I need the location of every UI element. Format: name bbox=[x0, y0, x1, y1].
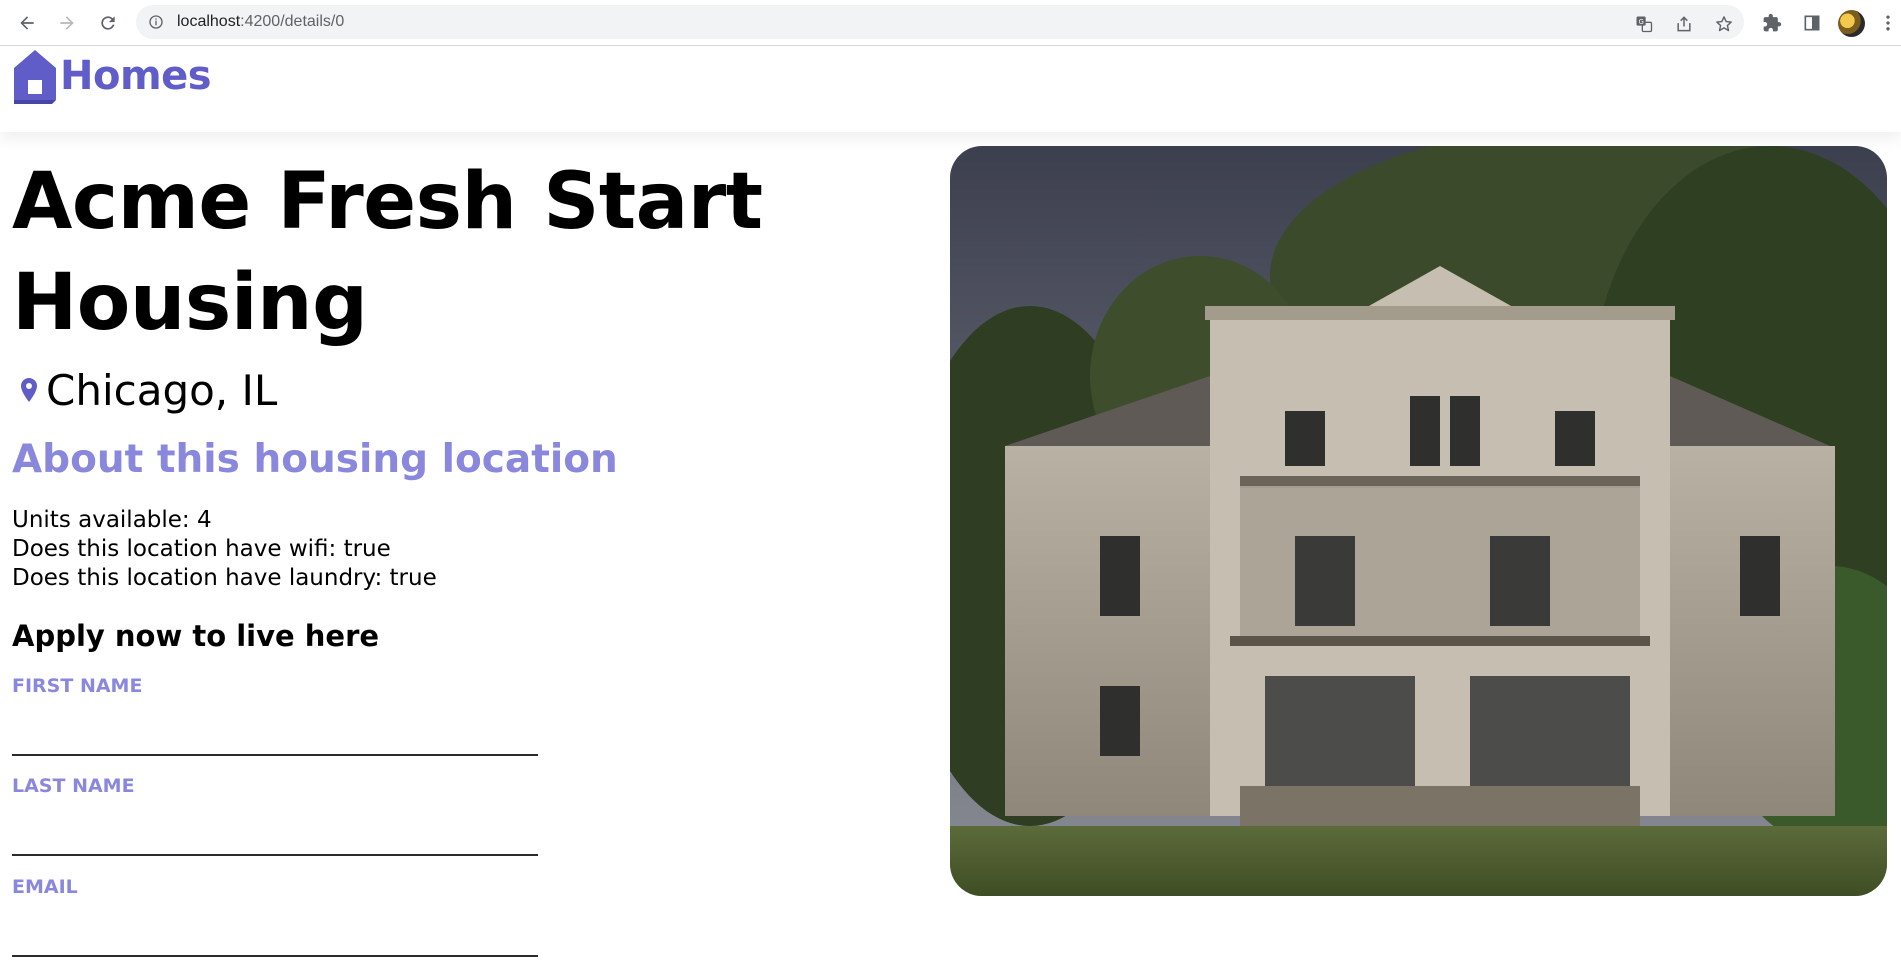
features-list: Units available: 4 Does this location ha… bbox=[12, 506, 437, 593]
bookmark-button[interactable] bbox=[1713, 13, 1735, 35]
browser-menu-button[interactable] bbox=[1878, 8, 1898, 38]
brand-logo-link[interactable]: Homes bbox=[12, 46, 212, 106]
star-icon bbox=[1716, 16, 1732, 32]
puzzle-icon bbox=[1763, 13, 1782, 32]
share-button[interactable] bbox=[1673, 13, 1695, 35]
app-header: Homes bbox=[0, 46, 1901, 132]
map-pin-icon bbox=[21, 378, 37, 402]
feature-laundry: Does this location have laundry: true bbox=[12, 565, 437, 591]
first-name-label: First Name bbox=[12, 675, 143, 697]
back-button[interactable] bbox=[12, 8, 42, 38]
house-photo bbox=[950, 146, 1887, 896]
address-bar[interactable]: localhost:4200/details/0 G bbox=[136, 5, 1744, 39]
side-panel-icon bbox=[1804, 15, 1820, 31]
listing-location: Chicago, IL bbox=[18, 366, 277, 416]
feature-wifi: Does this location have wifi: true bbox=[12, 536, 391, 562]
about-heading: About this housing location bbox=[12, 437, 618, 482]
location-text: Chicago, IL bbox=[46, 366, 278, 415]
brand-name: Homes bbox=[60, 53, 212, 99]
kebab-menu-icon bbox=[1886, 15, 1890, 31]
email-label: Email bbox=[12, 876, 78, 898]
svg-text:G: G bbox=[1639, 18, 1644, 26]
url-host: localhost bbox=[177, 13, 241, 30]
profile-avatar[interactable] bbox=[1838, 10, 1865, 37]
arrow-right-icon bbox=[60, 16, 74, 30]
arrow-left-icon bbox=[20, 16, 34, 30]
first-name-input[interactable] bbox=[12, 720, 538, 756]
url-text: localhost:4200/details/0 bbox=[177, 12, 344, 32]
email-input[interactable] bbox=[12, 921, 538, 957]
reload-icon bbox=[101, 16, 115, 30]
url-path: :4200/details/0 bbox=[240, 13, 345, 30]
translate-icon: G bbox=[1636, 16, 1653, 33]
last-name-input[interactable] bbox=[12, 820, 538, 856]
last-name-label: Last Name bbox=[12, 775, 135, 797]
reload-button[interactable] bbox=[93, 8, 123, 38]
browser-toolbar: localhost:4200/details/0 G bbox=[0, 0, 1901, 46]
forward-button[interactable] bbox=[52, 8, 82, 38]
listing-name: Acme Fresh Start Housing bbox=[12, 157, 763, 348]
translate-button[interactable]: G bbox=[1633, 13, 1655, 35]
side-panel-button[interactable] bbox=[1797, 8, 1827, 38]
feature-units: Units available: 4 bbox=[12, 507, 212, 533]
extensions-button[interactable] bbox=[1757, 8, 1787, 38]
info-icon[interactable] bbox=[148, 14, 164, 30]
listing-photo bbox=[950, 146, 1887, 896]
house-icon bbox=[14, 50, 56, 104]
apply-heading: Apply now to live here bbox=[12, 619, 380, 653]
share-icon bbox=[1677, 16, 1691, 32]
